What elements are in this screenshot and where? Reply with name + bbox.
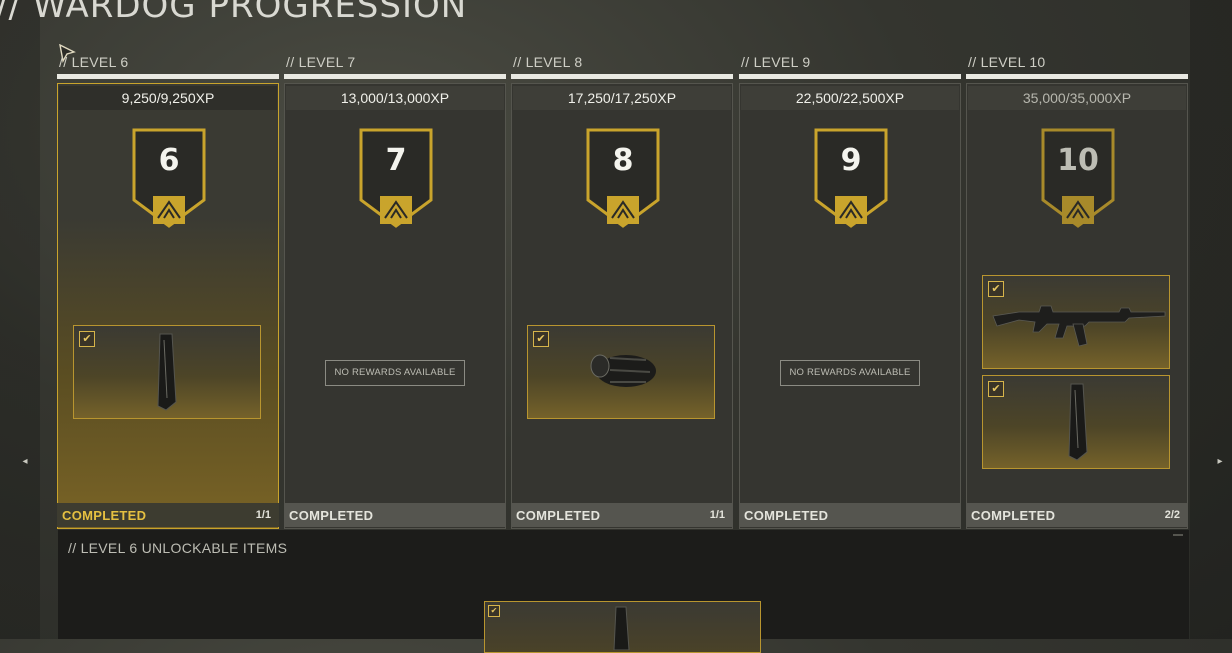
status-label: COMPLETED — [62, 508, 147, 523]
status-label: COMPLETED — [289, 508, 374, 523]
reward-count: 2/2 — [1164, 509, 1180, 521]
level-card[interactable]: 9,250/9,250XP 6 ✔ — [57, 83, 279, 529]
level-column-8[interactable]: // LEVEL 8 17,250/17,250XP 8 ✔ COMPLETED… — [511, 54, 733, 529]
scroll-indicator[interactable] — [1173, 534, 1183, 536]
level-badge: 10 — [1040, 128, 1116, 228]
checkbox-checked-icon: ✔ — [488, 605, 500, 617]
level-badge-number: 6 — [158, 143, 180, 178]
unlockables-title: // LEVEL 6 UNLOCKABLE ITEMS — [68, 540, 288, 556]
xp-readout: 13,000/13,000XP — [286, 86, 504, 110]
level-label: // LEVEL 9 — [741, 54, 811, 70]
status-bar: COMPLETED — [284, 503, 506, 527]
level-rule — [966, 74, 1188, 79]
level-badge: 9 — [813, 128, 889, 228]
level-badge: 7 — [358, 128, 434, 228]
level-label: // LEVEL 7 — [286, 54, 356, 70]
xp-readout: 35,000/35,000XP — [968, 86, 1186, 110]
status-bar: COMPLETED — [739, 503, 961, 527]
level-label: // LEVEL 6 — [59, 54, 129, 70]
level-column-6[interactable]: // LEVEL 6 9,250/9,250XP 6 ✔ COMPLETED 1… — [57, 54, 279, 529]
no-rewards-label: NO REWARDS AVAILABLE — [780, 360, 920, 386]
level-card[interactable]: 17,250/17,250XP 8 ✔ — [511, 83, 733, 529]
unlockables-panel: // LEVEL 6 UNLOCKABLE ITEMS ✔ — [58, 530, 1189, 653]
reward-slot[interactable]: ✔ — [982, 375, 1170, 469]
magazine-icon — [157, 333, 177, 411]
status-bar: COMPLETED 2/2 — [966, 503, 1188, 527]
reward-count: 1/1 — [709, 509, 725, 521]
reward-slot[interactable]: ✔ — [527, 325, 715, 419]
page-title: // WARDOG PROGRESSION — [0, 0, 468, 26]
magazine-icon — [613, 606, 630, 650]
reward-slot[interactable]: ✔ — [982, 275, 1170, 369]
level-column-7[interactable]: // LEVEL 7 13,000/13,000XP 7 NO REWARDS … — [284, 54, 506, 529]
level-badge: 8 — [585, 128, 661, 228]
xp-readout: 17,250/17,250XP — [513, 86, 731, 110]
level-badge-number: 7 — [385, 143, 407, 178]
level-label: // LEVEL 10 — [968, 54, 1046, 70]
reward-count: 1/1 — [255, 509, 271, 521]
reward-slot[interactable]: ✔ — [73, 325, 261, 419]
magazine-icon — [1068, 383, 1088, 461]
level-label: // LEVEL 8 — [513, 54, 583, 70]
level-card[interactable]: 13,000/13,000XP 7 NO REWARDS AVAILABLE — [284, 83, 506, 529]
checkbox-checked-icon: ✔ — [79, 331, 95, 347]
level-rule — [739, 74, 961, 79]
status-label: COMPLETED — [744, 508, 829, 523]
unlockable-item[interactable]: ✔ — [484, 601, 761, 653]
level-badge-number: 10 — [1057, 143, 1099, 178]
xp-readout: 9,250/9,250XP — [59, 86, 277, 110]
level-column-9[interactable]: // LEVEL 9 22,500/22,500XP 9 NO REWARDS … — [739, 54, 961, 529]
checkbox-checked-icon: ✔ — [533, 331, 549, 347]
level-card[interactable]: 22,500/22,500XP 9 NO REWARDS AVAILABLE — [739, 83, 961, 529]
checkbox-checked-icon: ✔ — [988, 381, 1004, 397]
level-rule — [511, 74, 733, 79]
level-column-10[interactable]: // LEVEL 10 35,000/35,000XP 10 ✔ ✔ COMPL… — [966, 54, 1188, 529]
level-badge: 6 — [131, 128, 207, 228]
chevron-left-icon[interactable]: ◂ — [18, 455, 32, 469]
xp-readout: 22,500/22,500XP — [741, 86, 959, 110]
status-bar: COMPLETED 1/1 — [57, 503, 279, 527]
no-rewards-label: NO REWARDS AVAILABLE — [325, 360, 465, 386]
level-badge-number: 9 — [840, 143, 862, 178]
muzzle-brake-icon — [590, 354, 656, 387]
assault-rifle-icon — [992, 305, 1166, 347]
chevron-right-icon[interactable]: ▸ — [1213, 455, 1227, 469]
level-badge-number: 8 — [612, 143, 634, 178]
status-label: COMPLETED — [516, 508, 601, 523]
level-rule — [284, 74, 506, 79]
status-bar: COMPLETED 1/1 — [511, 503, 733, 527]
status-label: COMPLETED — [971, 508, 1056, 523]
level-rule — [57, 74, 279, 79]
level-card[interactable]: 35,000/35,000XP 10 ✔ ✔ — [966, 83, 1188, 529]
